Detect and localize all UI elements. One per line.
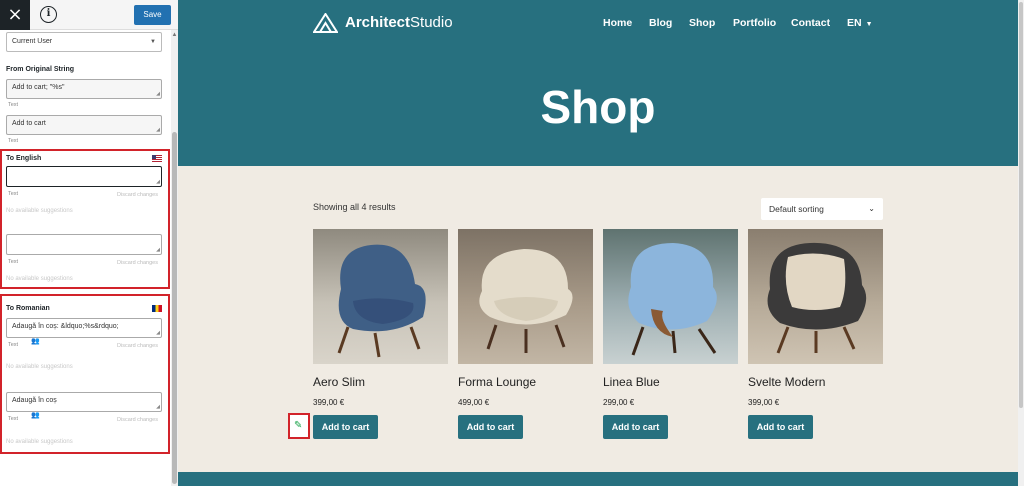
armchair-illustration <box>628 243 717 356</box>
no-suggestions-text: No available suggestions <box>6 276 73 282</box>
edit-translation-pencil-icon[interactable]: ✎ <box>288 413 310 439</box>
product-name[interactable]: Aero Slim <box>313 375 365 389</box>
pencil-icon: ✎ <box>294 420 303 431</box>
people-icon[interactable]: 👥 <box>31 337 40 345</box>
page-scrollbar[interactable] <box>1018 0 1024 486</box>
scroll-thumb[interactable] <box>172 132 177 484</box>
resize-grip-icon[interactable]: ◢ <box>156 405 160 410</box>
editor-toolbar: × i Save <box>0 0 178 30</box>
resize-grip-icon[interactable]: ◢ <box>156 92 160 97</box>
view-as-select[interactable]: Current User ▼ <box>6 32 162 52</box>
resize-grip-icon[interactable]: ◢ <box>156 180 160 185</box>
save-button[interactable]: Save <box>134 5 171 25</box>
product-name[interactable]: Svelte Modern <box>748 375 825 389</box>
romanian-label: To Romanian <box>6 305 50 312</box>
page-title: Shop <box>540 81 656 133</box>
close-icon[interactable]: × <box>0 0 30 30</box>
scroll-up-arrow-icon[interactable]: ▲ <box>171 32 178 39</box>
romanian-translation-value: Adaugă în coș: &ldquo;%s&rdquo; <box>12 323 119 330</box>
product-name[interactable]: Forma Lounge <box>458 375 536 389</box>
product-image[interactable] <box>458 229 593 364</box>
view-as-value: Current User <box>12 38 53 45</box>
add-to-cart-button[interactable]: Add to cart <box>603 415 668 439</box>
armchair-illustration <box>337 244 426 358</box>
discard-changes-link[interactable]: Discard changes <box>117 417 158 423</box>
brand-name[interactable]: ArchitectStudio <box>345 14 453 31</box>
text-label: Text <box>8 259 19 265</box>
discard-changes-link[interactable]: Discard changes <box>117 260 158 266</box>
discard-changes-link[interactable]: Discard changes <box>117 192 158 198</box>
text-label: Text <box>8 342 19 348</box>
nav-blog[interactable]: Blog <box>649 17 672 29</box>
discard-changes-link[interactable]: Discard changes <box>117 343 158 349</box>
ro-flag-icon <box>152 305 162 312</box>
original-string-value: Add to cart <box>12 120 46 127</box>
romanian-translation-input[interactable]: Adaugă în coș ◢ <box>6 392 162 412</box>
sorting-select[interactable]: Default sorting ⌄ <box>761 198 883 220</box>
resize-grip-icon[interactable]: ◢ <box>156 331 160 336</box>
text-label: Text <box>8 191 19 197</box>
nav-contact[interactable]: Contact <box>791 17 830 29</box>
chevron-down-icon: ⌄ <box>868 204 875 213</box>
us-flag-icon <box>152 155 162 162</box>
original-string-value: Add to cart; "%s" <box>12 84 65 91</box>
resize-grip-icon[interactable]: ◢ <box>156 128 160 133</box>
original-string-field[interactable]: Add to cart ◢ <box>6 115 162 135</box>
brand-logo-icon[interactable] <box>313 13 338 33</box>
page-scroll-thumb[interactable] <box>1019 2 1023 408</box>
product-price: 499,00 € <box>458 398 490 407</box>
product-card: Aero Slim 399,00 € Add to cart <box>313 229 448 439</box>
nav-shop[interactable]: Shop <box>689 17 715 29</box>
editor-scrollbar[interactable]: ▲ <box>171 30 178 486</box>
product-image[interactable] <box>748 229 883 364</box>
product-price: 299,00 € <box>603 398 635 407</box>
romanian-translation-value: Adaugă în coș <box>12 397 57 404</box>
original-section-label: From Original String <box>6 66 75 73</box>
english-translation-input[interactable]: ◢ <box>6 234 162 255</box>
chevron-down-icon: ▼ <box>150 39 156 45</box>
hero-header: ArchitectStudio Home Blog Shop Portfolio… <box>178 0 1018 166</box>
sorting-value: Default sorting <box>769 204 824 214</box>
product-card: Forma Lounge 499,00 € Add to cart <box>458 229 593 439</box>
editor-scroll-area: Current User ▼ From Original String Add … <box>0 30 170 486</box>
results-count: Showing all 4 results <box>313 202 396 212</box>
original-string-field[interactable]: Add to cart; "%s" ◢ <box>6 79 162 99</box>
no-suggestions-text: No available suggestions <box>6 208 73 214</box>
footer-band <box>178 472 1018 486</box>
product-price: 399,00 € <box>313 398 345 407</box>
text-label: Text <box>8 138 19 144</box>
language-label: EN <box>847 17 862 29</box>
site-preview: ArchitectStudio Home Blog Shop Portfolio… <box>178 0 1018 486</box>
product-card: Linea Blue 299,00 € Add to cart <box>603 229 738 439</box>
translation-editor-panel: × i Save Current User ▼ From Original St… <box>0 0 178 486</box>
product-image[interactable] <box>313 229 448 364</box>
add-to-cart-button[interactable]: Add to cart <box>313 415 378 439</box>
add-to-cart-button[interactable]: Add to cart <box>458 415 523 439</box>
brand-suffix: Studio <box>410 14 453 31</box>
romanian-translation-input[interactable]: Adaugă în coș: &ldquo;%s&rdquo; ◢ <box>6 318 162 338</box>
product-card: Svelte Modern 399,00 € Add to cart <box>748 229 883 439</box>
text-label: Text <box>8 102 19 108</box>
resize-grip-icon[interactable]: ◢ <box>156 248 160 253</box>
nav-home[interactable]: Home <box>603 17 632 29</box>
add-to-cart-button[interactable]: Add to cart <box>748 415 813 439</box>
no-suggestions-text: No available suggestions <box>6 364 73 370</box>
caret-down-icon: ▼ <box>865 21 873 28</box>
info-icon[interactable]: i <box>40 6 57 23</box>
english-translation-input[interactable]: ◢ <box>6 166 162 187</box>
armchair-illustration <box>479 249 573 353</box>
no-suggestions-text: No available suggestions <box>6 439 73 445</box>
english-label: To English <box>6 155 42 162</box>
people-icon[interactable]: 👥 <box>31 411 40 419</box>
product-image[interactable] <box>603 229 738 364</box>
nav-language[interactable]: EN ▼ <box>847 17 873 29</box>
product-name[interactable]: Linea Blue <box>603 375 660 389</box>
text-label: Text <box>8 416 19 422</box>
product-price: 399,00 € <box>748 398 780 407</box>
nav-portfolio[interactable]: Portfolio <box>733 17 776 29</box>
brand-prefix: Architect <box>345 14 411 31</box>
armchair-illustration <box>767 242 867 354</box>
